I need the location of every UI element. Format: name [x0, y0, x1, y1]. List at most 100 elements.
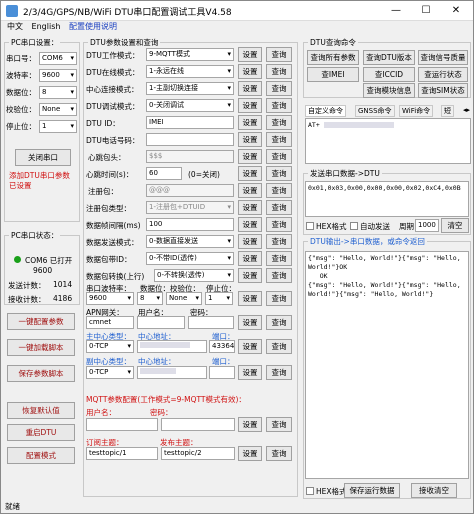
hb-set-button[interactable]: 设置 — [238, 149, 262, 164]
header-query-button[interactable]: 查询 — [266, 251, 292, 266]
phone-set-button[interactable]: 设置 — [238, 132, 262, 147]
recv-textarea[interactable]: {"msg": "Hello, World!"}{"msg": "Hello, … — [305, 251, 469, 479]
menu-english[interactable]: English — [32, 22, 61, 31]
mqtt-query-button[interactable]: 查询 — [266, 417, 292, 432]
restart-dtu-button[interactable]: 重启DTU — [7, 424, 75, 441]
conn-set-button[interactable]: 设置 — [238, 81, 262, 96]
apn-user-input[interactable] — [137, 316, 185, 329]
pub-topic-input[interactable]: testtopic/2 — [161, 447, 235, 460]
online-query-button[interactable]: 查询 — [266, 64, 292, 79]
tab-scroll-icon[interactable]: ◂▸ — [463, 106, 470, 114]
frame-input[interactable]: 100 — [146, 218, 234, 231]
tab-custom[interactable]: 自定义命令 — [305, 105, 346, 117]
tab-short[interactable]: 短 — [441, 105, 454, 117]
sub-addr-input[interactable] — [137, 366, 207, 379]
id-set-button[interactable]: 设置 — [238, 115, 262, 130]
port-select[interactable]: COM6 — [39, 52, 77, 65]
frame-set-button[interactable]: 设置 — [238, 217, 262, 232]
hb-interval-input[interactable]: 60 — [146, 167, 182, 180]
sub-type-select[interactable]: 0-TCP — [86, 366, 134, 379]
minimize-icon[interactable]: — — [381, 1, 411, 21]
main-type-select[interactable]: 0-TCP — [86, 340, 134, 353]
hb-interval-set-button[interactable]: 设置 — [238, 166, 262, 181]
uart-stop-select[interactable]: 1 — [205, 292, 233, 305]
debug-set-button[interactable]: 设置 — [238, 98, 262, 113]
work-mode-select[interactable]: 9-MQTT模式 — [146, 48, 234, 61]
reg-set-button[interactable]: 设置 — [238, 183, 262, 198]
mqtt-user-input[interactable] — [86, 418, 158, 431]
convert-set-button[interactable]: 设置 — [238, 268, 262, 283]
custom-command-area[interactable]: AT+ — [305, 118, 471, 164]
phone-input[interactable] — [146, 133, 234, 146]
main-query-button[interactable]: 查询 — [266, 339, 292, 354]
save-run-data-button[interactable]: 保存运行数据 — [344, 483, 400, 498]
apn-query-button[interactable]: 查询 — [266, 315, 292, 330]
debug-select[interactable]: 0-关闭调试 — [146, 99, 234, 112]
header-set-button[interactable]: 设置 — [238, 251, 262, 266]
uart-baud-select[interactable]: 9600 — [86, 292, 134, 305]
baud-select[interactable]: 9600 — [39, 69, 77, 82]
close-icon[interactable]: ✕ — [441, 1, 471, 21]
convert-query-button[interactable]: 查询 — [266, 268, 292, 283]
reg-query-button[interactable]: 查询 — [266, 183, 292, 198]
main-port-input[interactable]: 43364 — [209, 340, 235, 353]
hb-interval-query-button[interactable]: 查询 — [266, 166, 292, 181]
uart-set-button[interactable]: 设置 — [238, 291, 262, 306]
databits-select[interactable]: 8 — [39, 86, 77, 99]
period-input[interactable]: 1000 — [415, 219, 439, 232]
sub-query-button[interactable]: 查询 — [266, 365, 292, 380]
query-version-button[interactable]: 查询DTU版本 — [363, 50, 415, 65]
auto-send-checkbox[interactable] — [350, 222, 358, 230]
uart-check-select[interactable]: None — [166, 292, 202, 305]
reg-type-select[interactable]: 1-注册包+DTUID — [146, 201, 234, 214]
main-set-button[interactable]: 设置 — [238, 339, 262, 354]
send-mode-query-button[interactable]: 查询 — [266, 234, 292, 249]
phone-query-button[interactable]: 查询 — [266, 132, 292, 147]
query-signal-button[interactable]: 查询信号质量 — [418, 50, 468, 65]
mqtt-set-button[interactable]: 设置 — [238, 417, 262, 432]
apn-input[interactable]: cmnet — [86, 316, 134, 329]
recv-clear-button[interactable]: 接收清空 — [411, 483, 457, 498]
convert-select[interactable]: 0-不转换(透传) — [154, 269, 234, 282]
hb-input[interactable]: $$$ — [146, 150, 234, 163]
tab-wifi[interactable]: WiFi命令 — [399, 105, 434, 117]
query-imei-button[interactable]: 查IMEI — [307, 67, 359, 82]
hb-query-button[interactable]: 查询 — [266, 149, 292, 164]
send-mode-select[interactable]: 0-数据直接发送 — [146, 235, 234, 248]
frame-query-button[interactable]: 查询 — [266, 217, 292, 232]
query-iccid-button[interactable]: 查ICCID — [363, 67, 415, 82]
topic-query-button[interactable]: 查询 — [266, 446, 292, 461]
debug-query-button[interactable]: 查询 — [266, 98, 292, 113]
menu-chinese[interactable]: 中文 — [7, 22, 23, 31]
tab-gnss[interactable]: GNSS命令 — [355, 105, 395, 117]
conn-select[interactable]: 1-主副切换连接 — [146, 82, 234, 95]
query-module-button[interactable]: 查询模块信息 — [363, 83, 415, 98]
id-input[interactable]: IMEI — [146, 116, 234, 129]
id-query-button[interactable]: 查询 — [266, 115, 292, 130]
sub-port-input[interactable] — [209, 366, 235, 379]
reg-type-query-button[interactable]: 查询 — [266, 200, 292, 215]
uart-query-button[interactable]: 查询 — [266, 291, 292, 306]
send-clear-button[interactable]: 清空 — [441, 218, 469, 233]
topic-set-button[interactable]: 设置 — [238, 446, 262, 461]
query-sim-button[interactable]: 查询SIM状态 — [418, 83, 468, 98]
work-mode-set-button[interactable]: 设置 — [238, 47, 262, 62]
config-mode-button[interactable]: 配置模式 — [7, 447, 75, 464]
maximize-icon[interactable]: ☐ — [411, 1, 441, 21]
one-key-config-button[interactable]: 一键配置参数 — [7, 313, 75, 330]
main-addr-input[interactable] — [137, 340, 207, 353]
recv-hex-checkbox[interactable] — [306, 487, 314, 495]
parity-select[interactable]: None — [39, 103, 77, 116]
work-mode-query-button[interactable]: 查询 — [266, 47, 292, 62]
restore-default-button[interactable]: 恢复默认值 — [7, 402, 75, 419]
uart-databits-select[interactable]: 8 — [137, 292, 163, 305]
apn-set-button[interactable]: 设置 — [238, 315, 262, 330]
mqtt-pass-input[interactable] — [161, 418, 235, 431]
online-select[interactable]: 1-永远在线 — [146, 65, 234, 78]
reg-input[interactable]: @@@ — [146, 184, 234, 197]
reg-type-set-button[interactable]: 设置 — [238, 200, 262, 215]
close-port-button[interactable]: 关闭串口 — [15, 149, 71, 166]
conn-query-button[interactable]: 查询 — [266, 81, 292, 96]
stopbits-select[interactable]: 1 — [39, 120, 77, 133]
header-select[interactable]: 0-不带ID(透传) — [146, 252, 234, 265]
